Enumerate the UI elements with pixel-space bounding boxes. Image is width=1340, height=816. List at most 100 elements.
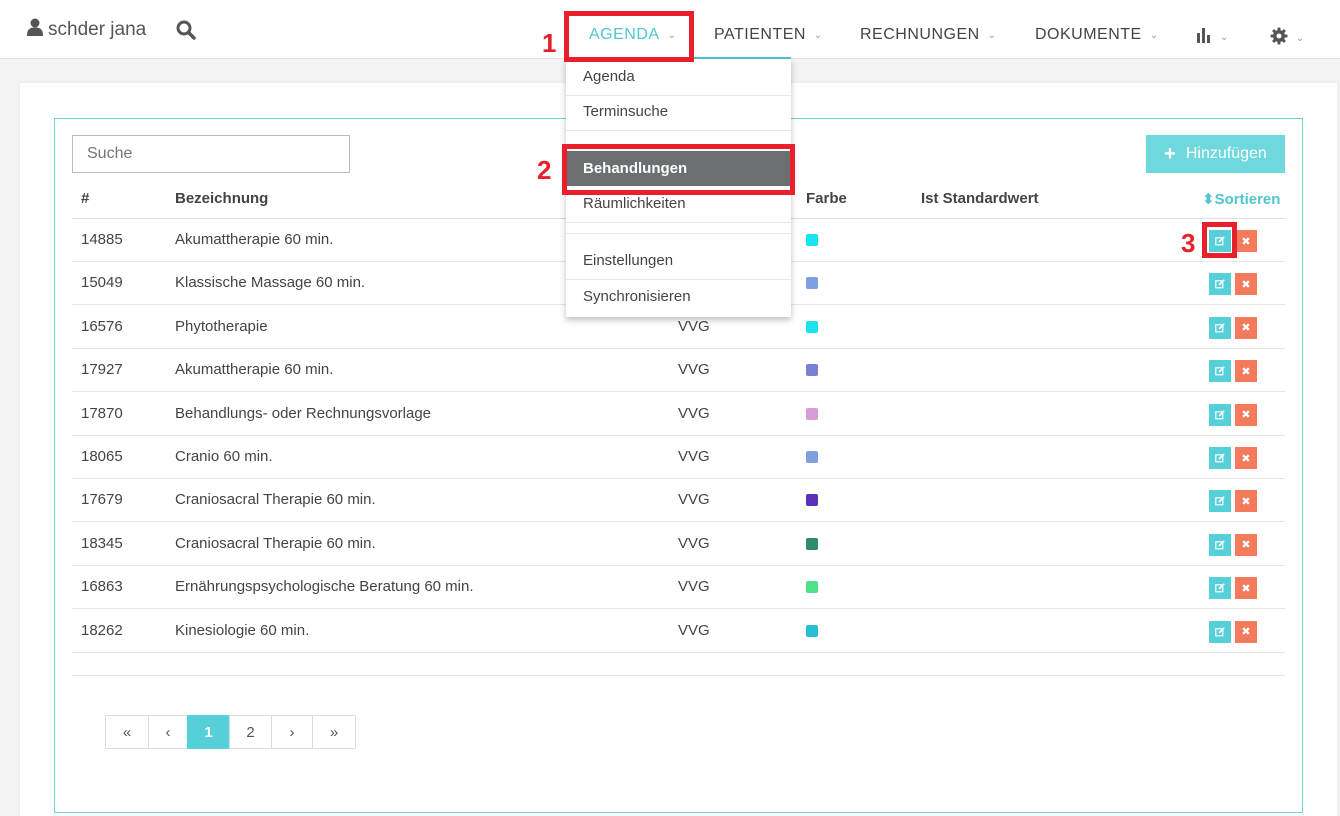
edit-button[interactable]: [1209, 620, 1231, 643]
cell-id: 16576: [81, 317, 123, 335]
delete-button[interactable]: ✖: [1235, 533, 1257, 556]
delete-button[interactable]: ✖: [1235, 490, 1257, 513]
cell-type: VVG: [678, 361, 710, 379]
color-swatch: [806, 537, 818, 550]
cell-id: 15049: [81, 274, 123, 292]
color-swatch: [806, 624, 818, 637]
annotation-box-3: [1202, 222, 1237, 258]
chevron-down-icon: ⌄: [813, 29, 823, 41]
user-menu[interactable]: schder jana: [27, 18, 146, 42]
edit-button[interactable]: [1209, 490, 1231, 513]
sort-button[interactable]: ⬍Sortieren: [1202, 190, 1280, 208]
edit-button[interactable]: [1209, 447, 1231, 469]
edit-icon: [1215, 409, 1225, 419]
cell-id: 17927: [81, 361, 123, 379]
edit-button[interactable]: [1209, 273, 1231, 296]
add-button-label: Hinzufügen: [1185, 145, 1267, 162]
col-header-id[interactable]: #: [81, 190, 89, 207]
sort-icon: ⬍: [1202, 191, 1215, 208]
col-header-farbe[interactable]: Farbe: [806, 190, 847, 207]
menu-item-raeumlichkeiten[interactable]: Räumlichkeiten: [566, 195, 791, 212]
cell-bezeichnung: Craniosacral Therapie 60 min.: [175, 534, 376, 552]
delete-button[interactable]: ✖: [1235, 273, 1257, 296]
table-footer-divider: [72, 675, 1285, 676]
color-swatch: [806, 277, 818, 290]
nav-rechnungen[interactable]: RECHNUNGEN ⌄: [860, 26, 997, 44]
delete-button[interactable]: ✖: [1235, 620, 1257, 643]
cell-bezeichnung: Akumattherapie 60 min.: [175, 231, 334, 248]
delete-button[interactable]: ✖: [1235, 577, 1257, 600]
cell-type: VVG: [678, 578, 710, 596]
table-row: 17679 Craniosacral Therapie 60 min. VVG ✖: [72, 479, 1285, 523]
table-row: 17870 Behandlungs- oder Rechnungsvorlage V…: [72, 393, 1285, 436]
edit-button[interactable]: [1209, 360, 1231, 383]
cell-bezeichnung: Kinesiologie 60 min.: [175, 621, 310, 639]
edit-icon: [1215, 453, 1225, 463]
search-input[interactable]: [72, 135, 350, 173]
cell-id: 16863: [81, 578, 123, 596]
page-2-button[interactable]: 2: [229, 715, 272, 749]
user-name: schder jana: [48, 19, 147, 40]
edit-button[interactable]: [1209, 533, 1231, 556]
delete-button[interactable]: ✖: [1235, 230, 1257, 252]
close-icon: ✖: [1241, 278, 1251, 291]
edit-button[interactable]: [1209, 316, 1231, 339]
nav-statistics[interactable]: ⌄: [1196, 27, 1229, 48]
delete-button[interactable]: ✖: [1235, 403, 1257, 426]
page-first-button[interactable]: «: [105, 715, 149, 749]
edit-button[interactable]: [1209, 577, 1231, 600]
cell-type: VVG: [678, 534, 710, 552]
page-1-button[interactable]: 1: [187, 715, 230, 749]
table-row: 18065 Cranio 60 min. VVG ✖: [72, 436, 1285, 479]
nav-settings[interactable]: ⌄: [1270, 27, 1305, 50]
nav-dokumente[interactable]: DOKUMENTE ⌄: [1035, 26, 1159, 44]
delete-button[interactable]: ✖: [1235, 316, 1257, 339]
edit-icon: [1215, 496, 1225, 506]
chevron-down-icon: ⌄: [1149, 29, 1159, 41]
cell-type: VVG: [678, 491, 710, 509]
add-button[interactable]: + Hinzufügen: [1146, 135, 1285, 173]
cell-id: 18065: [81, 448, 123, 465]
edit-icon: [1215, 323, 1225, 333]
close-icon: ✖: [1241, 365, 1251, 378]
chevron-down-icon: ⌄: [1296, 33, 1305, 44]
search-icon[interactable]: [176, 20, 196, 45]
page-last-button[interactable]: »: [312, 715, 356, 749]
cell-id: 18345: [81, 534, 123, 552]
close-icon: ✖: [1241, 582, 1251, 595]
color-swatch: [806, 364, 818, 377]
cell-type: VVG: [678, 404, 710, 422]
cell-type: VVG: [678, 317, 710, 335]
chevron-down-icon: ⌄: [1220, 32, 1229, 43]
gear-icon: [1270, 27, 1288, 50]
delete-button[interactable]: ✖: [1235, 360, 1257, 383]
color-swatch: [806, 581, 818, 594]
delete-button[interactable]: ✖: [1235, 447, 1257, 469]
pagination: « ‹ 1 2 › »: [105, 715, 356, 749]
color-swatch: [806, 494, 818, 507]
menu-item-synchronisieren[interactable]: Synchronisieren: [566, 288, 791, 305]
annotation-number-1: 1: [542, 28, 557, 58]
col-header-standardwert[interactable]: Ist Standardwert: [921, 190, 1039, 207]
page-prev-button[interactable]: ‹: [148, 715, 188, 749]
annotation-box-1: [564, 11, 694, 62]
cell-bezeichnung: Craniosacral Therapie 60 min.: [175, 491, 376, 509]
cell-bezeichnung: Klassische Massage 60 min.: [175, 274, 366, 292]
menu-item-agenda[interactable]: Agenda: [566, 68, 791, 85]
chevron-down-icon: ⌄: [987, 29, 997, 41]
close-icon: ✖: [1241, 452, 1251, 465]
page-next-button[interactable]: ›: [271, 715, 313, 749]
annotation-number-3: 3: [1181, 228, 1196, 258]
menu-divider: [566, 222, 791, 223]
color-swatch: [806, 451, 818, 463]
edit-icon: [1215, 583, 1225, 593]
table-row: 17927 Akumattherapie 60 min. VVG ✖: [72, 349, 1285, 393]
table-row: 18345 Craniosacral Therapie 60 min. VVG ✖: [72, 523, 1285, 566]
col-header-bezeichnung[interactable]: Bezeichnung: [175, 190, 268, 207]
cell-bezeichnung: Cranio 60 min.: [175, 448, 273, 465]
menu-item-terminsuche[interactable]: Terminsuche: [566, 103, 791, 120]
cell-id: 17679: [81, 491, 123, 509]
edit-button[interactable]: [1209, 403, 1231, 426]
menu-item-einstellungen[interactable]: Einstellungen: [566, 252, 791, 269]
nav-patienten[interactable]: PATIENTEN ⌄: [714, 26, 823, 44]
